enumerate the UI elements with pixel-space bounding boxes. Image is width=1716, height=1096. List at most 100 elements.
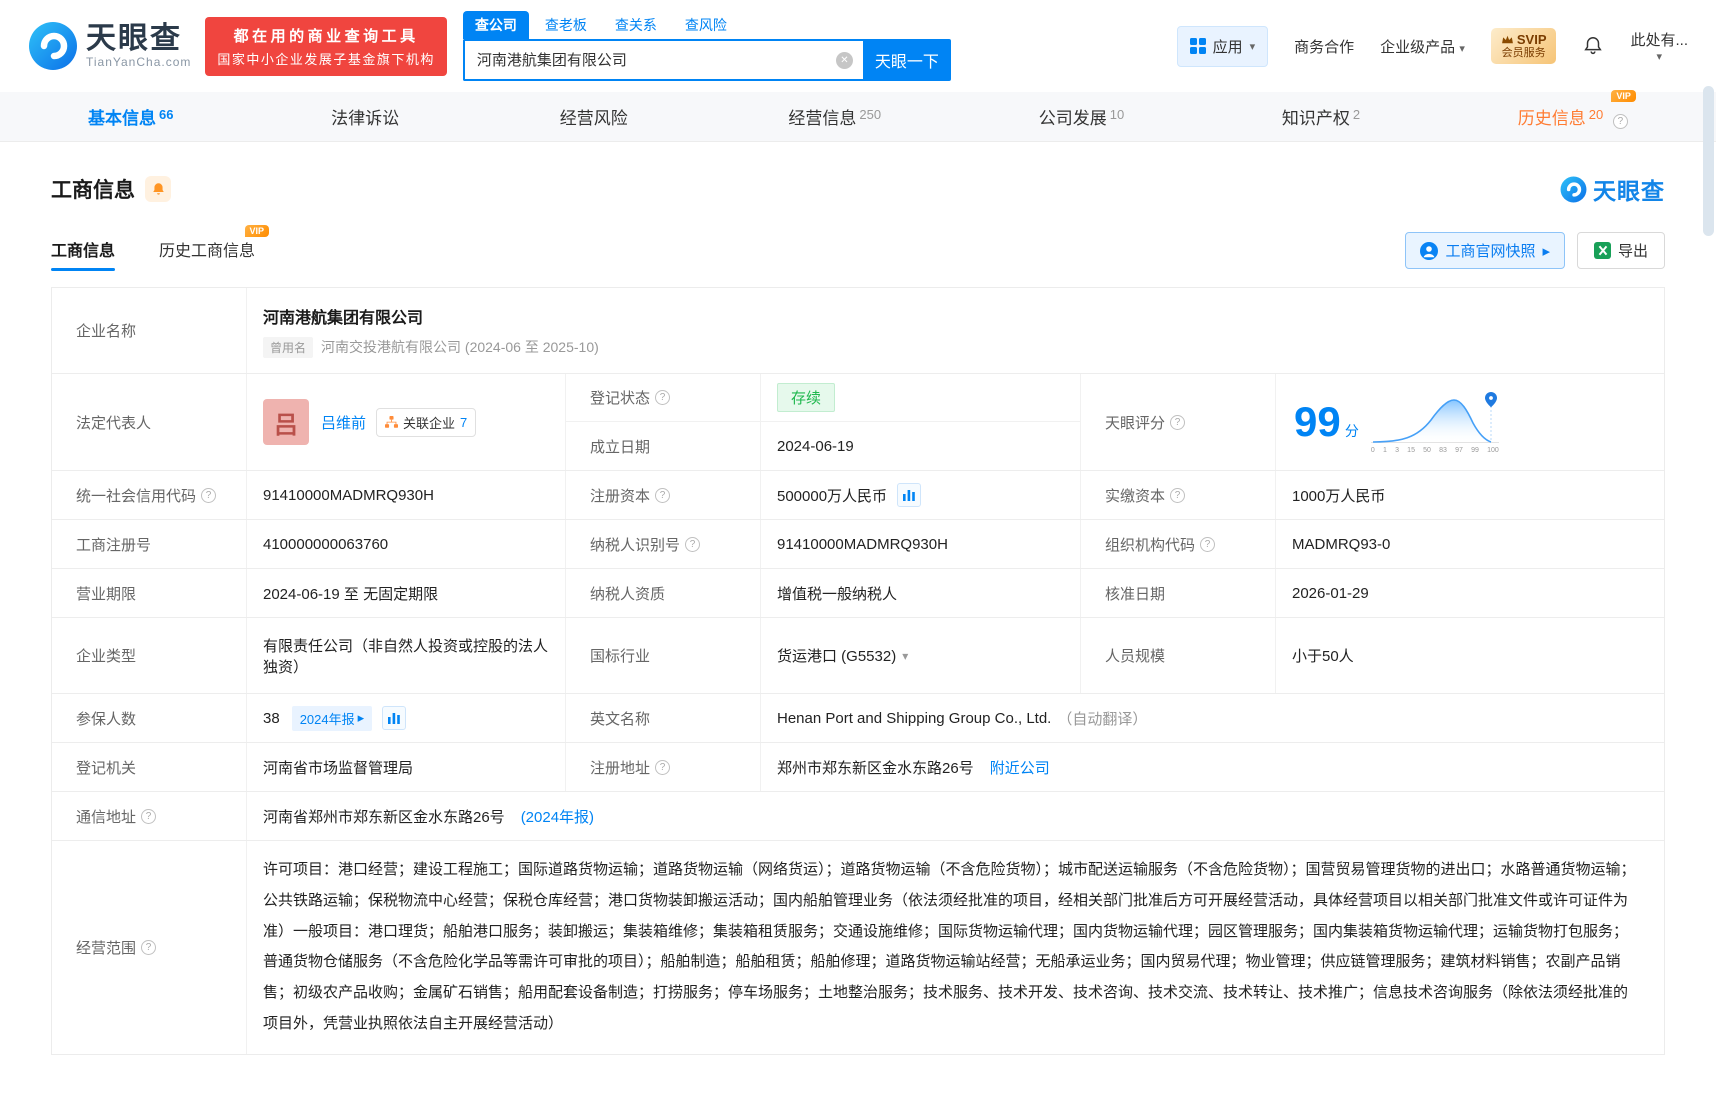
subscribe-bell-icon[interactable] — [145, 176, 171, 202]
scrollbar-thumb[interactable] — [1703, 86, 1714, 236]
person-circle-icon — [1420, 241, 1439, 260]
search-input[interactable] — [462, 38, 863, 81]
mailing-address-value: 河南省郑州市郑东新区金水东路26号 — [263, 808, 505, 826]
tab-business-info-label: 经营信息 — [788, 109, 857, 128]
mailing-address-annual-report-link[interactable]: (2024年报) — [521, 806, 594, 827]
subtab-history-registration[interactable]: VIP 历史工商信息 — [159, 224, 270, 271]
help-icon[interactable]: ? — [201, 487, 217, 503]
company-name-value: 河南港航集团有限公司 — [263, 309, 424, 327]
field-label-company-type: 企业类型 — [52, 618, 247, 693]
field-label-industry: 国标行业 — [566, 618, 761, 693]
business-term-value: 2024-06-19 至 无固定期限 — [247, 569, 566, 617]
english-name-note: （自动翻译） — [1057, 710, 1148, 728]
apps-button[interactable]: 应用 ▾ — [1176, 25, 1269, 67]
subtab-business-registration[interactable]: 工商信息 — [51, 237, 116, 271]
tab-company-development[interactable]: 公司发展 10 — [1039, 104, 1124, 129]
chevron-down-icon[interactable]: ▾ — [902, 649, 908, 663]
capital-chart-icon[interactable] — [897, 483, 922, 507]
tab-history-info-count: 20 — [1588, 107, 1604, 122]
taxpayer-quality-value: 增值税一般纳税人 — [761, 569, 1081, 617]
related-companies-badge[interactable]: 关联企业 7 — [376, 407, 477, 437]
help-icon[interactable]: ? — [141, 808, 157, 824]
annual-report-badge[interactable]: 2024年报 ▸ — [291, 705, 373, 731]
field-label-taxpayer-quality: 纳税人资质 — [566, 569, 761, 617]
registration-status-badge: 存续 — [777, 383, 836, 412]
tab-company-development-count: 10 — [1109, 107, 1125, 122]
english-name-value: Henan Port and Shipping Group Co., Ltd. — [777, 709, 1052, 727]
clear-search-icon[interactable]: ✕ — [835, 51, 853, 69]
related-companies-label: 关联企业 — [403, 415, 456, 431]
notifications-bell-icon[interactable] — [1582, 35, 1604, 57]
field-label-registered-capital: 注册资本 ? — [566, 471, 761, 519]
tab-legal-proceedings-label: 法律诉讼 — [331, 109, 400, 128]
tab-basic-info-count: 66 — [159, 107, 174, 122]
search-tab-company[interactable]: 查公司 — [462, 10, 529, 39]
help-icon[interactable]: ? — [1200, 536, 1216, 552]
account-more-menu[interactable]: 此处有... ▾ — [1630, 29, 1688, 63]
search-submit-button[interactable]: 天眼一下 — [862, 38, 951, 81]
svip-membership-button[interactable]: SVIP 会员服务 — [1490, 27, 1557, 65]
tianyan-score-unit: 分 — [1344, 423, 1359, 439]
former-name-badge: 曾用名 — [263, 336, 314, 358]
arrow-right-icon: ▸ — [357, 710, 365, 725]
scrollbar — [1700, 0, 1716, 1096]
nearby-companies-link[interactable]: 附近公司 — [990, 757, 1050, 778]
insured-chart-icon[interactable] — [382, 706, 407, 730]
tab-intellectual-property-count: 2 — [1352, 107, 1361, 122]
legal-rep-name-link[interactable]: 吕维前 — [321, 412, 366, 433]
field-label-business-term: 营业期限 — [52, 569, 247, 617]
search-tab-relation[interactable]: 查关系 — [603, 11, 669, 39]
enterprise-products-link[interactable]: 企业级产品 ▾ — [1380, 36, 1465, 57]
tab-intellectual-property-label: 知识产权 — [1281, 109, 1350, 128]
search-block: 查公司 查老板 查关系 查风险 ✕ 天眼一下 — [462, 10, 951, 81]
business-scope-value: 许可项目：港口经营；建设工程施工；国际道路货物运输；道路货物运输（网络货运）；道… — [263, 861, 1636, 1032]
tianyancha-logo[interactable]: 天眼查 TianYanCha.com — [28, 21, 191, 71]
field-label-registered-address: 注册地址 ? — [566, 743, 761, 791]
help-icon[interactable]: ? — [685, 536, 701, 552]
help-icon[interactable]: ? — [655, 390, 671, 405]
logo-text-cn: 天眼查 — [86, 22, 182, 56]
legal-rep-avatar[interactable]: 吕 — [263, 399, 309, 445]
field-label-credit-code: 统一社会信用代码 ? — [52, 471, 247, 519]
official-snapshot-button[interactable]: 工商官网快照 ▸ — [1405, 232, 1565, 269]
field-label-registration-number: 工商注册号 — [52, 520, 247, 568]
search-tab-boss[interactable]: 查老板 — [533, 11, 599, 39]
help-icon[interactable]: ? — [141, 939, 157, 955]
tab-basic-info[interactable]: 基本信息 66 — [88, 104, 173, 129]
tab-intellectual-property[interactable]: 知识产权 2 — [1282, 104, 1360, 129]
tab-business-info-count: 250 — [859, 107, 882, 122]
help-icon[interactable]: ? — [1612, 114, 1628, 129]
subtab-history-registration-label: 历史工商信息 — [159, 242, 256, 260]
tab-legal-proceedings[interactable]: 法律诉讼 — [331, 104, 402, 129]
promo-banner-line1: 都在用的商业查询工具 — [233, 27, 419, 45]
tab-business-info[interactable]: 经营信息 250 — [788, 104, 881, 129]
field-label-staff-size: 人员规模 — [1081, 618, 1276, 693]
tab-basic-info-label: 基本信息 — [88, 109, 156, 128]
promo-banner[interactable]: 都在用的商业查询工具 国家中小企业发展子基金旗下机构 — [205, 16, 447, 76]
field-label-registration-status: 登记状态 ? — [566, 374, 761, 422]
watermark-text: 天眼查 — [1593, 178, 1665, 204]
help-icon[interactable]: ? — [655, 487, 671, 503]
arrow-right-icon: ▸ — [1542, 242, 1550, 260]
company-type-value: 有限责任公司（非自然人投资或控股的法人独资） — [247, 618, 566, 693]
tianyancha-watermark: 天眼查 — [1560, 172, 1665, 206]
field-label-establish-date: 成立日期 — [566, 422, 761, 470]
help-icon[interactable]: ? — [1170, 414, 1186, 430]
business-cooperation-link[interactable]: 商务合作 — [1294, 36, 1354, 57]
field-label-english-name: 英文名称 — [566, 694, 761, 742]
search-tab-risk[interactable]: 查风险 — [673, 11, 739, 39]
help-icon[interactable]: ? — [655, 759, 671, 775]
export-button[interactable]: 导出 — [1576, 232, 1665, 269]
registered-address-value: 郑州市郑东新区金水东路26号 — [777, 759, 974, 777]
tab-history-info[interactable]: VIP 历史信息 20 ? — [1518, 90, 1636, 129]
logo-swirl-icon — [1560, 176, 1587, 202]
apps-label: 应用 — [1212, 38, 1243, 56]
field-label-business-scope: 经营范围 ? — [52, 841, 247, 1054]
tab-company-development-label: 公司发展 — [1038, 109, 1107, 128]
logo-swirl-icon — [29, 22, 77, 70]
insured-count-value: 38 — [263, 709, 280, 727]
tab-operating-risk[interactable]: 经营风险 — [560, 104, 631, 129]
tab-operating-risk-label: 经营风险 — [559, 109, 628, 128]
industry-value: 货运港口 (G5532) — [777, 648, 897, 665]
help-icon[interactable]: ? — [1170, 487, 1186, 503]
